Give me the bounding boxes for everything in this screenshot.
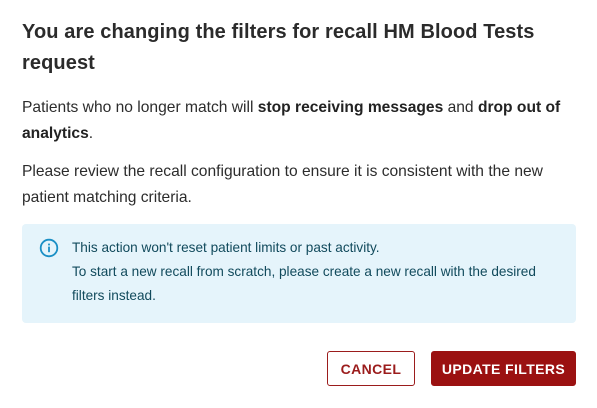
warning-text-part2: and [443, 99, 478, 116]
info-callout: This action won't reset patient limits o… [22, 224, 576, 323]
dialog-title: You are changing the filters for recall … [22, 21, 535, 74]
review-paragraph: Please review the recall configuration t… [22, 163, 543, 206]
info-circle-icon [39, 238, 59, 258]
warning-paragraph: Patients who no longer match will stop r… [22, 95, 578, 147]
update-filters-button[interactable]: UPDATE FILTERS [431, 351, 576, 386]
info-line-2: To start a new recall from scratch, plea… [72, 264, 536, 303]
info-text: This action won't reset patient limits o… [72, 236, 562, 308]
cancel-button[interactable]: CANCEL [327, 351, 415, 386]
warning-text-part1: Patients who no longer match will [22, 99, 258, 116]
warning-text-part3: . [88, 125, 94, 142]
info-line-1: This action won't reset patient limits o… [72, 240, 380, 255]
warning-bold-stop-messages: stop receiving messages [257, 99, 444, 116]
change-filters-dialog: You are changing the filters for recall … [0, 0, 597, 408]
